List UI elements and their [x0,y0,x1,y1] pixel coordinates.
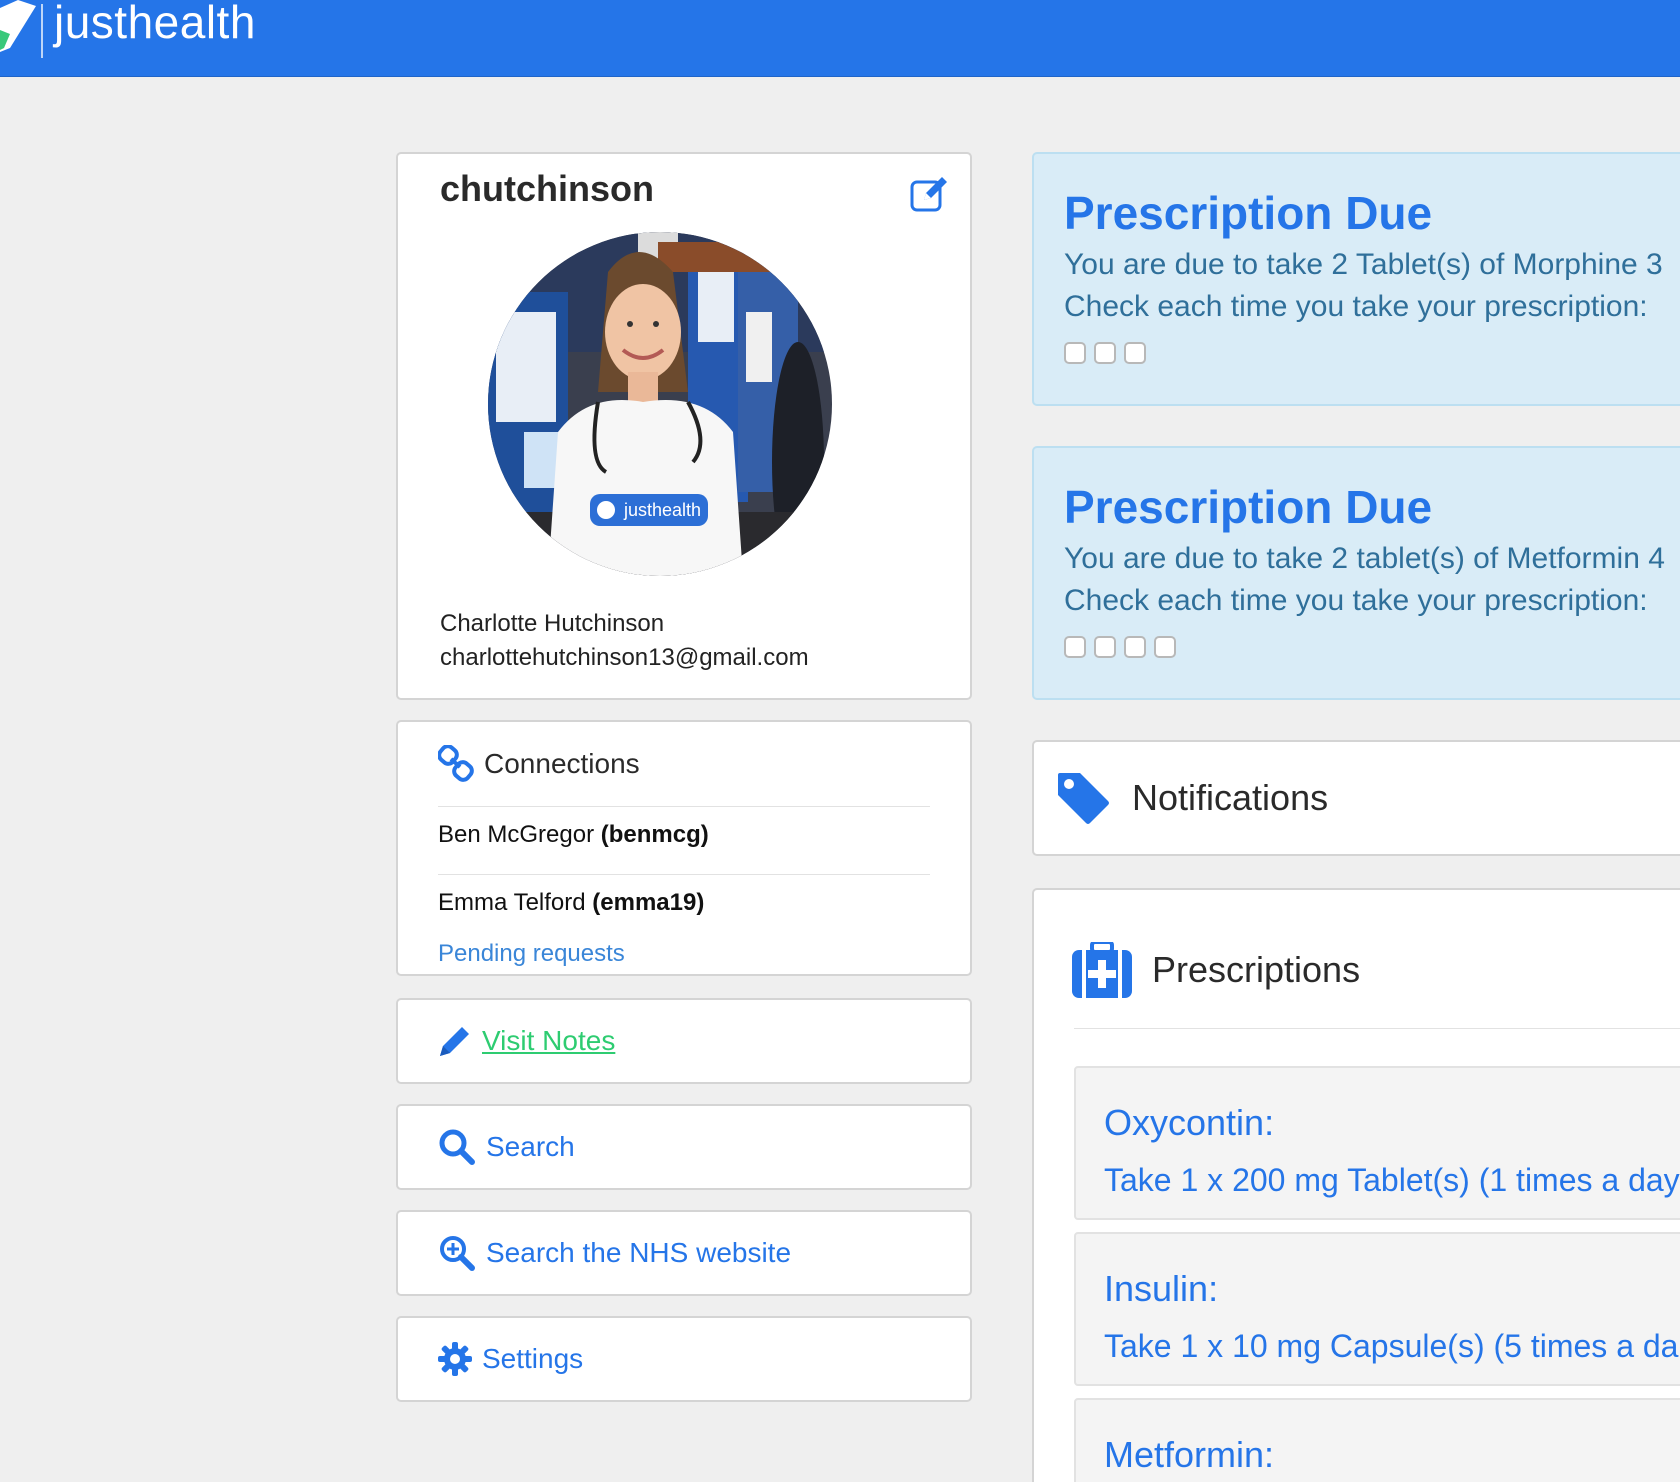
brand-name[interactable]: justhealth [54,0,256,50]
alert-check-prompt: Check each time you take your prescripti… [1064,290,1648,323]
alert-title: Prescription Due [1064,481,1433,533]
link-chain-icon [438,745,474,782]
avatar-photo: justhealth [488,232,832,576]
prescription-detail: Take 1 x 10 mg Capsule(s) (5 times a da [1104,1328,1679,1364]
alert-message: You are due to take 2 Tablet(s) of Morph… [1064,248,1663,281]
profile-username: chutchinson [440,168,654,209]
prescription-item[interactable]: Oxycontin: Take 1 x 200 mg Tablet(s) (1 … [1074,1066,1680,1220]
connection-name: Ben McGregor [438,821,595,848]
alert-message: You are due to take 2 tablet(s) of Metfo… [1064,542,1665,575]
connection-item[interactable]: Emma Telford (emma19) [438,874,930,917]
profile-avatar: justhealth [488,232,832,576]
dose-checkbox-group [1064,636,1176,658]
dose-checkbox[interactable] [1064,636,1086,658]
dose-checkbox[interactable] [1124,636,1146,658]
search-nhs-panel[interactable]: Search the NHS website [396,1210,972,1296]
visit-notes-panel[interactable]: Visit Notes [396,998,972,1084]
visit-notes-link[interactable]: Visit Notes [482,1025,615,1057]
dose-checkbox[interactable] [1094,636,1116,658]
prescriptions-title: Prescriptions [1152,949,1361,990]
connection-name: Emma Telford [438,889,586,916]
alert-check-prompt: Check each time you take your prescripti… [1064,584,1648,617]
tag-icon [1058,773,1109,824]
prescription-name: Oxycontin: [1104,1102,1275,1143]
prescriptions-panel: Prescriptions Oxycontin: Take 1 x 200 mg… [1032,888,1680,1482]
connection-handle: (emma19) [592,889,705,916]
connections-title: Connections [484,748,640,779]
pending-requests-link[interactable]: Pending requests [438,940,625,968]
profile-card: chutchinson justhealth Charlotte Hutchin… [396,152,972,700]
search-panel[interactable]: Search [396,1104,972,1190]
dose-checkbox[interactable] [1094,342,1116,364]
search-link[interactable]: Search [486,1131,575,1163]
dose-checkbox[interactable] [1064,342,1086,364]
connections-header: Connections [438,742,640,786]
dose-checkbox[interactable] [1124,342,1146,364]
brand-separator [41,4,43,58]
page: justhealth chutchinson justhealth Charlo… [0,0,1680,1482]
search-icon [439,1129,475,1165]
connection-handle: (benmcg) [600,821,709,848]
prescriptions-header: Prescriptions [1072,934,1360,1006]
prescription-item[interactable]: Insulin: Take 1 x 10 mg Capsule(s) (5 ti… [1074,1232,1680,1386]
prescription-name: Insulin: [1104,1268,1219,1309]
justhealth-logo-icon[interactable] [0,0,36,56]
settings-link[interactable]: Settings [482,1343,583,1375]
settings-panel[interactable]: Settings [396,1316,972,1402]
zoom-in-icon [440,1236,475,1271]
dose-checkbox[interactable] [1154,636,1176,658]
prescription-due-alert: Prescription Due You are due to take 2 T… [1032,152,1680,406]
profile-full-name: Charlotte Hutchinson [440,610,665,637]
prescriptions-divider [1074,1028,1680,1029]
pencil-icon [440,1027,469,1056]
notifications-panel[interactable]: Notifications [1032,740,1680,856]
medical-kit-icon [1072,942,1132,998]
alert-title: Prescription Due [1064,187,1433,239]
connections-panel: Connections Ben McGregor (benmcg) Emma T… [396,720,972,976]
search-nhs-link[interactable]: Search the NHS website [486,1237,791,1269]
profile-email: charlottehutchinson13@gmail.com [440,644,809,671]
prescription-item[interactable]: Metformin: [1074,1398,1680,1482]
avatar-shirt-text: justhealth [623,500,701,520]
prescription-name: Metformin: [1104,1434,1275,1475]
top-navbar: justhealth [0,0,1680,77]
edit-profile-icon[interactable] [910,174,950,212]
gear-icon [438,1342,472,1376]
notifications-title: Notifications [1132,777,1329,818]
prescription-due-alert: Prescription Due You are due to take 2 t… [1032,446,1680,700]
connection-item[interactable]: Ben McGregor (benmcg) [438,806,930,849]
dose-checkbox-group [1064,342,1146,364]
prescription-detail: Take 1 x 200 mg Tablet(s) (1 times a day [1104,1162,1680,1198]
